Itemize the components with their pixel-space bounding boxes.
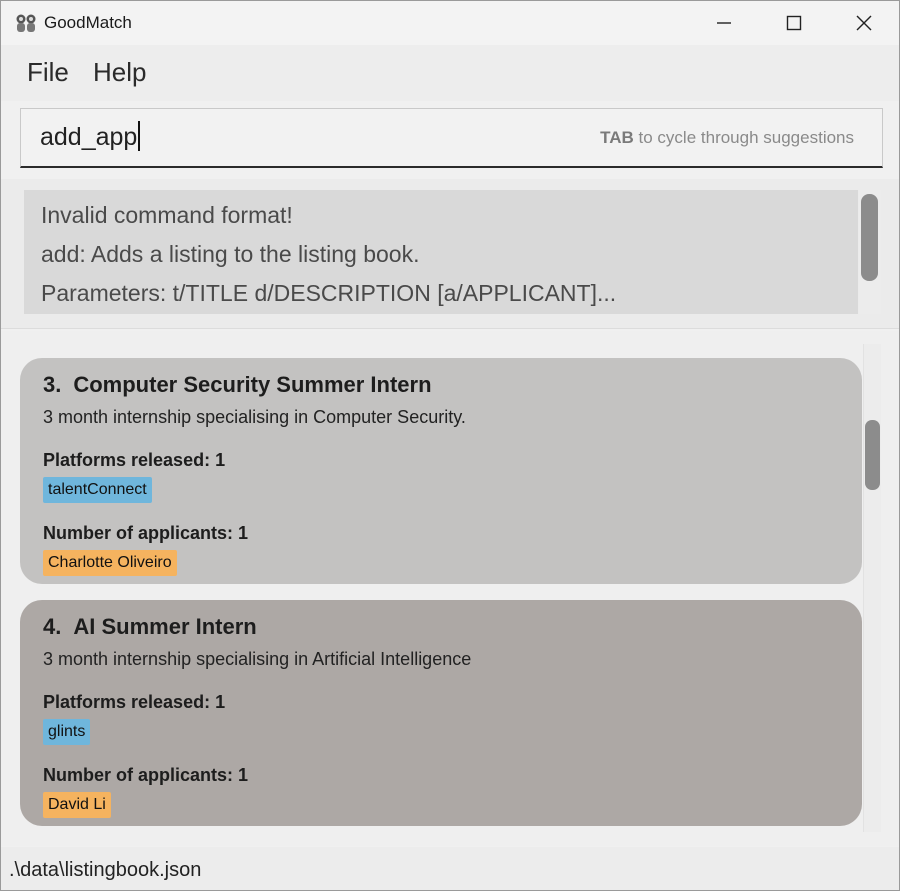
listing-title: 4. AI Summer Intern [43,614,257,640]
menu-help[interactable]: Help [93,57,146,88]
applicants-label: Number of applicants: 1 [43,765,249,785]
platforms-label: Platforms released: 1 [43,450,226,470]
listing-description: 3 month internship specialising in Compu… [43,407,466,427]
command-text: add_app [40,121,141,152]
result-display[interactable]: Invalid command format! add: Adds a list… [24,190,858,314]
listing-title-text: Computer Security Summer Intern [73,372,432,397]
menu-file[interactable]: File [27,57,69,88]
save-file-path: .\data\listingbook.json [9,859,202,881]
result-scrollbar-thumb[interactable] [861,194,878,281]
minimize-button[interactable] [689,1,759,45]
menu-bar: File Help [1,45,899,101]
close-icon [856,15,872,31]
listing-scrollbar-track[interactable] [863,344,881,832]
app-people-icon [16,14,36,32]
listing-title: 3. Computer Security Summer Intern [43,372,432,398]
command-input[interactable]: add_app TAB to cycle through suggestions [20,108,883,168]
result-line: add: Adds a listing to the listing book. [41,241,420,267]
result-line: Invalid command format! [41,202,293,228]
minimize-icon [717,22,731,24]
applicants-label: Number of applicants: 1 [43,523,249,543]
applicant-tag: Charlotte Oliveiro [43,550,177,576]
listing-card[interactable]: 3. Computer Security Summer Intern 3 mont… [20,358,862,584]
listing-title-text: AI Summer Intern [73,614,257,639]
close-button[interactable] [829,1,899,45]
result-display-panel: Invalid command format! add: Adds a list… [1,179,899,329]
listing-index: 4. [43,614,62,639]
listing-description: 3 month internship specialising in Artif… [43,649,472,669]
app-window: GoodMatch File Help add_app TAB to cycle… [0,0,900,891]
maximize-icon [786,15,802,31]
platform-tag: glints [43,719,91,745]
listing-list-panel: 3. Computer Security Summer Intern 3 mont… [1,331,899,846]
listing-index: 3. [43,372,62,397]
applicant-tag: David Li [43,792,111,818]
status-bar: .\data\listingbook.json [1,847,899,890]
autocomplete-hint: TAB to cycle through suggestions [600,128,854,147]
platforms-label: Platforms released: 1 [43,692,226,712]
window-title: GoodMatch [44,13,132,32]
platform-tag: talentConnect [43,477,152,503]
listing-scrollbar-thumb[interactable] [865,420,880,490]
text-caret [138,121,141,152]
maximize-button[interactable] [759,1,829,45]
listing-card[interactable]: 4. AI Summer Intern 3 month internship sp… [20,600,862,826]
title-bar: GoodMatch [1,1,899,45]
result-line: Parameters: t/TITLE d/DESCRIPTION [a/APP… [41,280,617,306]
